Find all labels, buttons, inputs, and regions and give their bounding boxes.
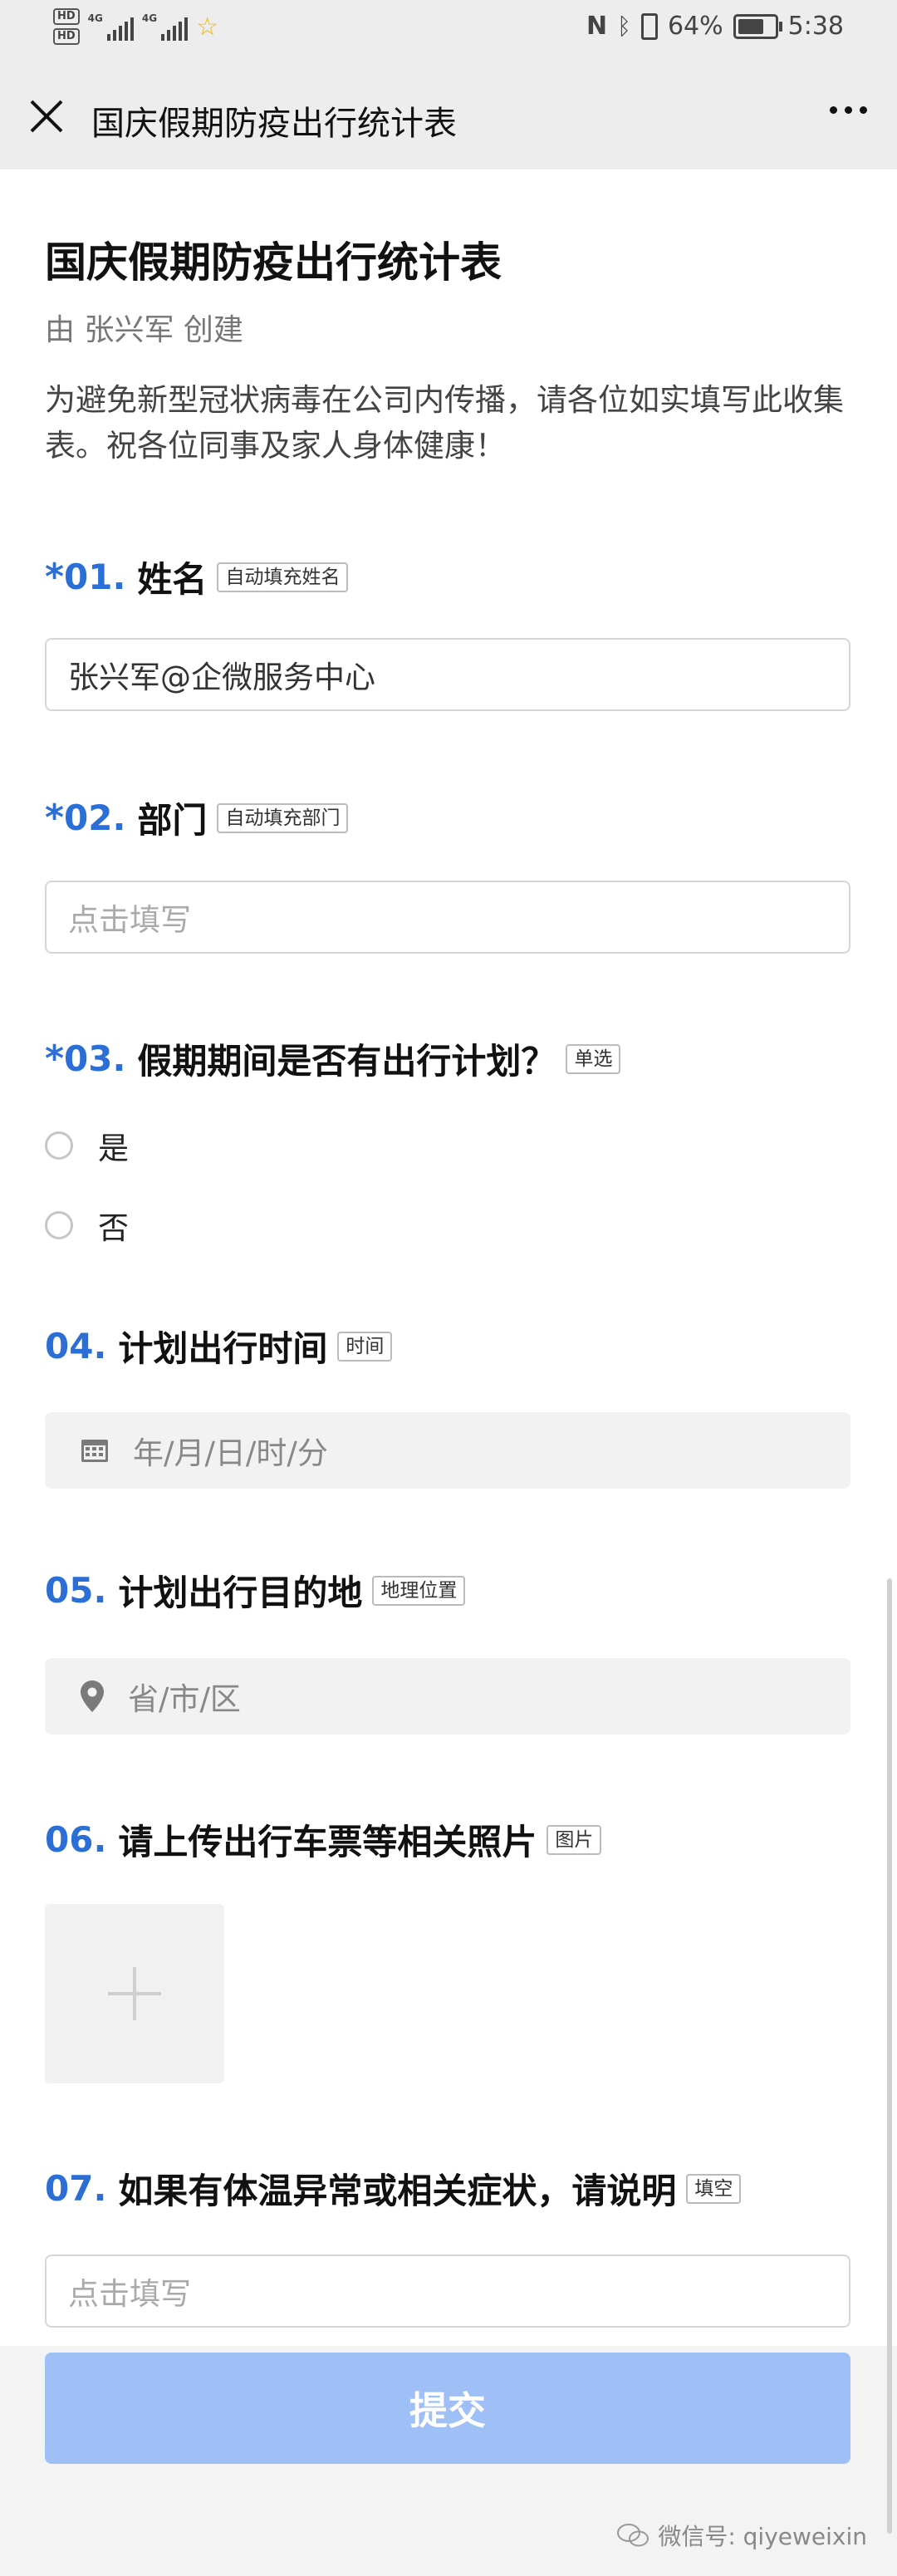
department-placeholder: 点击填写: [68, 902, 191, 938]
signal-icon-2: 4G: [141, 12, 189, 41]
scrollbar[interactable]: [887, 1578, 892, 2534]
nav-title: 国庆假期防疫出行统计表: [91, 105, 457, 143]
network-type-2: 4G: [141, 12, 158, 24]
question-2-title: * 02. 部门 自动填充部门: [45, 792, 349, 843]
location-picker[interactable]: 省/市/区: [45, 1658, 850, 1735]
title-bar: 国庆假期防疫出行统计表: [0, 63, 897, 169]
question-label: 计划出行时间: [118, 1328, 328, 1369]
calendar-icon: [80, 1437, 110, 1464]
hd-badge-2: HD: [53, 28, 80, 45]
question-number: 03.: [64, 1038, 126, 1079]
bluetooth-icon: ᛒ: [617, 12, 631, 40]
option-label: 否: [98, 1210, 129, 1246]
question-number: 01.: [64, 557, 126, 597]
clock: 5:38: [787, 12, 844, 41]
more-button[interactable]: [830, 106, 867, 114]
close-icon: [30, 100, 63, 133]
network-type-1: 4G: [87, 12, 103, 24]
close-button[interactable]: [27, 96, 66, 136]
vibrate-icon: [640, 12, 658, 40]
question-number: 05.: [45, 1570, 107, 1611]
symptoms-placeholder: 点击填写: [68, 2276, 191, 2312]
battery-percent: 64%: [667, 12, 723, 41]
option-no[interactable]: 否: [45, 1203, 129, 1248]
question-number: 06.: [45, 1819, 107, 1860]
status-bar: HD HD 4G 4G ☆ N ᛒ 64% 5:38: [0, 0, 897, 63]
question-type-tag: 自动填充部门: [217, 802, 349, 833]
required-mark: *: [45, 1038, 65, 1080]
nfc-icon: N: [586, 12, 608, 41]
symptoms-field[interactable]: 点击填写: [45, 2255, 850, 2328]
watermark: 微信号: qiyeweixin: [616, 2519, 867, 2552]
question-label: 部门: [137, 800, 208, 841]
question-6-title: 06. 请上传出行车票等相关照片 图片: [45, 1814, 602, 1865]
question-label: 计划出行目的地: [118, 1573, 363, 1613]
time-picker[interactable]: 年/月/日/时/分: [45, 1412, 850, 1489]
question-7-title: 07. 如果有体温异常或相关症状，请说明 填空: [45, 2163, 742, 2214]
hd-badge-1: HD: [53, 8, 80, 25]
signal-icon-1: 4G: [88, 12, 134, 41]
required-mark: *: [45, 797, 65, 839]
name-value: 张兴军@企微服务中心: [68, 660, 375, 695]
more-icon: [830, 106, 867, 114]
question-4-title: 04. 计划出行时间 时间: [45, 1321, 393, 1371]
question-type-tag: 填空: [686, 2173, 742, 2204]
required-mark: *: [45, 556, 65, 598]
hd-indicators: HD HD: [53, 8, 80, 45]
radio-button[interactable]: [45, 1211, 73, 1239]
form-creator: 由 张兴军 创建: [45, 313, 243, 347]
battery-icon: [733, 13, 782, 39]
question-5-title: 05. 计划出行目的地 地理位置: [45, 1565, 466, 1616]
watermark-text: 微信号: qiyeweixin: [658, 2523, 867, 2550]
question-1-title: * 01. 姓名 自动填充姓名: [45, 552, 349, 602]
radio-button[interactable]: [45, 1131, 73, 1160]
question-type-tag: 单选: [566, 1043, 621, 1074]
form-description: 为避免新型冠状病毒在公司内传播，请各位如实填写此收集表。祝各位同事及家人身体健康…: [45, 382, 844, 464]
department-field[interactable]: 点击填写: [45, 881, 850, 954]
question-type-tag: 自动填充姓名: [217, 562, 349, 592]
form-title: 国庆假期防疫出行统计表: [45, 238, 502, 287]
time-placeholder: 年/月/日/时/分: [133, 1435, 328, 1471]
submit-button[interactable]: 提交: [45, 2353, 850, 2464]
question-type-tag: 地理位置: [372, 1575, 466, 1606]
wechat-icon: [617, 2524, 649, 2547]
option-label: 是: [98, 1131, 129, 1166]
photo-upload-button[interactable]: [45, 1904, 224, 2083]
question-label: 假期期间是否有出行计划？: [137, 1041, 556, 1082]
question-type-tag: 时间: [337, 1331, 393, 1362]
question-number: 02.: [64, 797, 126, 838]
status-left: HD HD 4G 4G ☆: [53, 8, 218, 45]
question-number: 04.: [45, 1326, 107, 1367]
option-yes[interactable]: 是: [45, 1123, 129, 1168]
location-placeholder: 省/市/区: [128, 1681, 241, 1717]
star-icon: ☆: [196, 12, 218, 42]
question-label: 请上传出行车票等相关照片: [118, 1822, 537, 1862]
form-card: 国庆假期防疫出行统计表 由 张兴军 创建 为避免新型冠状病毒在公司内传播，请各位…: [0, 169, 897, 2346]
question-3-title: * 03. 假期期间是否有出行计划？ 单选: [45, 1033, 621, 1084]
question-number: 07.: [45, 2168, 107, 2209]
question-label: 如果有体温异常或相关症状，请说明: [118, 2171, 677, 2211]
status-right: N ᛒ 64% 5:38: [586, 12, 844, 41]
name-field[interactable]: 张兴军@企微服务中心: [45, 638, 850, 711]
question-label: 姓名: [137, 559, 208, 600]
location-pin-icon: [80, 1680, 105, 1713]
question-type-tag: 图片: [547, 1824, 602, 1855]
